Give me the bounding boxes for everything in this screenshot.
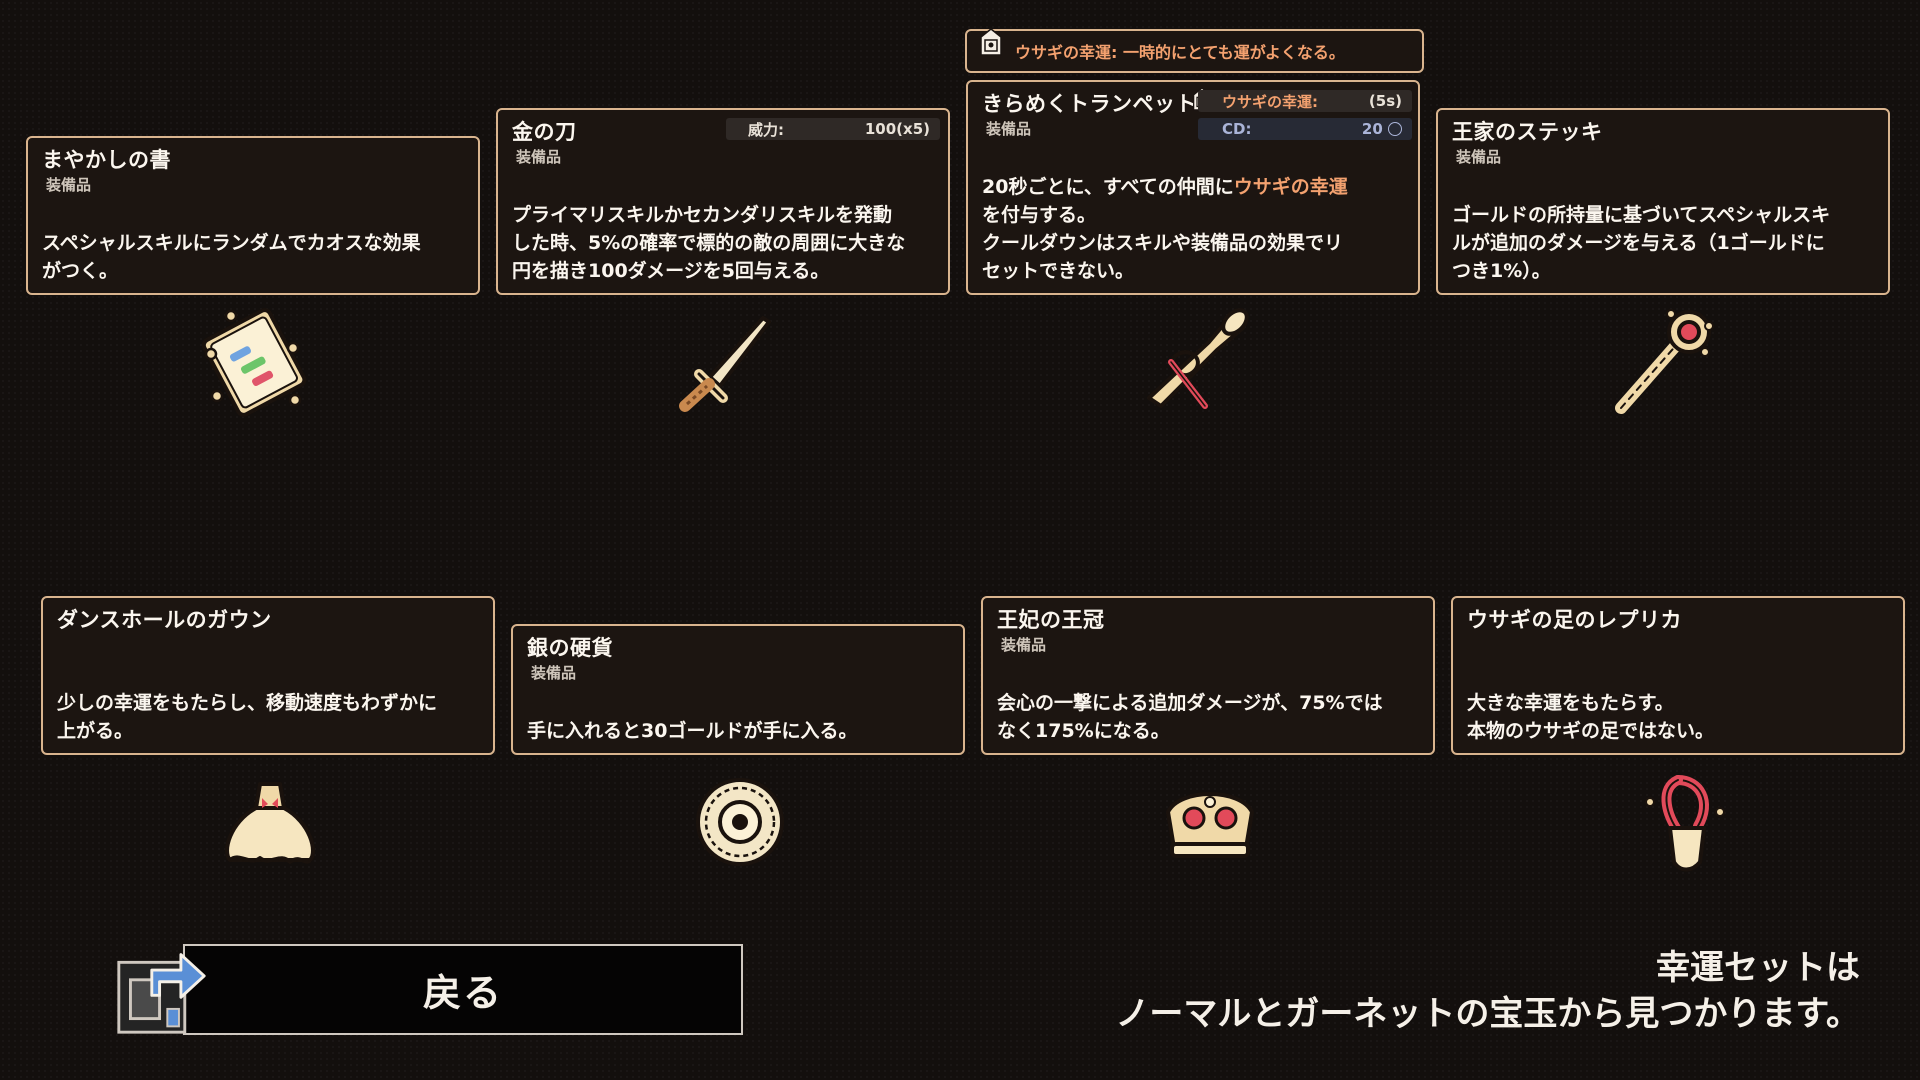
item-description: 20秒ごとに、すべての仲間にウサギの幸運 を付与する。 クールダウンはスキルや装… [982, 176, 1348, 282]
item-card-silver-coin[interactable]: 銀の硬貨 装備品 手に入れると30ゴールドが手に入る。 [511, 624, 965, 755]
item-name: ダンスホールのガウン [57, 608, 272, 632]
ballroom-gown-icon[interactable] [210, 762, 330, 882]
highlight-text: ウサギの幸運 [1233, 176, 1348, 198]
item-name: 王妃の王冠 [997, 608, 1105, 632]
item-description: ゴールドの所持量に基づいてスペシャルスキ ルが追加のダメージを与える（1ゴールド… [1452, 204, 1831, 282]
item-card-royal-cane[interactable]: 王家のステッキ 装備品 ゴールドの所持量に基づいてスペシャルスキ ルが追加のダメ… [1436, 108, 1890, 295]
item-category: 装備品 [531, 664, 577, 682]
item-name: 王家のステッキ [1452, 120, 1603, 144]
item-category: 装備品 [1456, 148, 1502, 166]
item-name: 銀の硬貨 [527, 636, 613, 660]
back-button-label: 戻る [422, 971, 503, 1015]
luck-set-hint: 幸運セットは ノーマルとガーネットの宝玉から見つかります。 [1115, 948, 1860, 1034]
luck-tooltip: ウサギの幸運: 一時的にとても運がよくなる。 [965, 28, 1424, 73]
rabbit-tag-icon [980, 28, 1002, 56]
item-card-trick-book[interactable]: まやかしの書 装備品 スペシャルスキルにランダムでカオスな効果 がつく。 [26, 136, 480, 295]
item-description: 少しの幸運をもたらし、移動速度もわずかに 上がる。 [57, 692, 438, 742]
tooltip-text: ウサギの幸運: 一時的にとても運がよくなる。 [1015, 43, 1345, 62]
cooldown-stat: CD: 20 [1198, 118, 1412, 140]
golden-sword-icon[interactable] [665, 302, 785, 422]
queen-crown-icon[interactable] [1150, 762, 1270, 882]
item-description: プライマリスキルかセカンダリスキルを発動 した時、5%の確率で標的の敵の周囲に大… [512, 204, 906, 282]
item-description: スペシャルスキルにランダムでカオスな効果 がつく。 [42, 232, 421, 282]
item-card-queen-crown[interactable]: 王妃の王冠 装備品 会心の一撃による追加ダメージが、75%では なく175%にな… [981, 596, 1435, 755]
power-stat: 威力: 100(x5) [726, 118, 940, 140]
item-description: 会心の一撃による追加ダメージが、75%では なく175%になる。 [997, 692, 1383, 742]
trumpet-icon[interactable] [1135, 302, 1255, 422]
item-name: まやかしの書 [42, 148, 171, 172]
rabbit-foot-icon[interactable] [1620, 762, 1740, 882]
silver-coin-icon[interactable] [680, 762, 800, 882]
rabbit-luck-stat: ウサギの幸運: (5s) [1198, 90, 1412, 112]
clock-icon [1388, 122, 1402, 136]
spellbook-icon[interactable] [195, 302, 315, 422]
back-button[interactable]: 戻る [113, 941, 747, 1038]
item-card-rabbit-foot[interactable]: ウサギの足のレプリカ 大きな幸運をもたらす。 本物のウサギの足ではない。 [1451, 596, 1905, 755]
item-description: 手に入れると30ゴールドが手に入る。 [527, 720, 858, 742]
item-card-trumpet[interactable]: きらめくトランペット 装備品 ウサギの幸運: (5s) CD: 20 20秒ごと… [966, 80, 1420, 295]
royal-cane-icon[interactable] [1605, 302, 1725, 422]
item-description: 大きな幸運をもたらす。 本物のウサギの足ではない。 [1467, 692, 1715, 742]
item-card-ballroom-gown[interactable]: ダンスホールのガウン 少しの幸運をもたらし、移動速度もわずかに 上がる。 [41, 596, 495, 755]
item-category: 装備品 [46, 176, 92, 194]
item-card-golden-sword[interactable]: 金の刀 装備品 威力: 100(x5) プライマリスキルかセカンダリスキルを発動… [496, 108, 950, 295]
item-category: 装備品 [1001, 636, 1047, 654]
item-name: ウサギの足のレプリカ [1467, 608, 1682, 632]
item-category: 装備品 [516, 148, 562, 166]
